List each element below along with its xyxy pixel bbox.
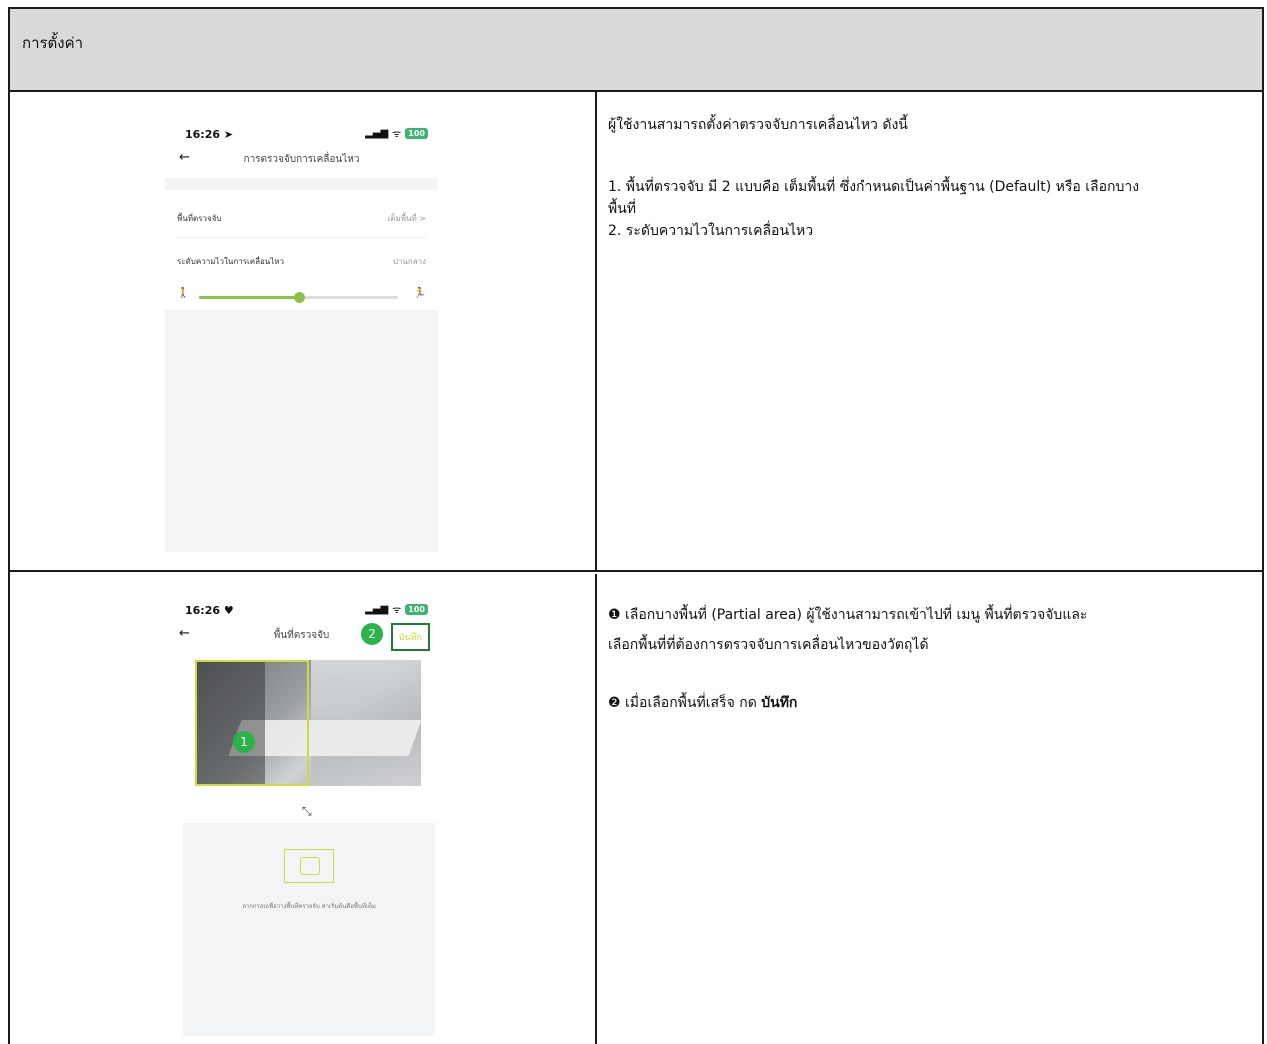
status-icons: ▂▄▆ ᯤ 100 — [365, 602, 428, 616]
description-item-1-cont: พื้นที่ — [608, 201, 637, 217]
phone-screenshot-detection-area: 16:26 ♥ ▂▄▆ ᯤ 100 ← พื้นที่ตรวจจับ 2 บัน… — [165, 586, 438, 1044]
wifi-icon: ᯤ — [392, 129, 402, 140]
step-1-text: เลือกบางพื้นที่ (Partial area) ผู้ใช้งาน… — [625, 607, 1088, 623]
step-2-line: ❷ เมื่อเลือกพื้นที่เสร็จ กด บันทึก — [608, 692, 1087, 714]
column-divider — [595, 92, 597, 570]
sensitivity-label: ระดับความไวในการเคลื่อนไหว — [177, 256, 285, 266]
description-item-1: 1. พื้นที่ตรวจจับ มี 2 แบบคือ เต็มพื้นที… — [608, 179, 1140, 195]
column-divider — [595, 574, 597, 1044]
signal-icon: ▂▄▆ — [365, 603, 389, 615]
signal-icon: ▂▄▆ — [365, 127, 389, 139]
settings-card: พื้นที่ตรวจจับ เต็มพื้นที่ > ระดับความไว… — [165, 190, 438, 310]
status-icons: ▂▄▆ ᯤ 100 — [365, 126, 428, 140]
expand-frame-icon — [284, 849, 334, 883]
wifi-icon: ᯤ — [392, 605, 402, 616]
person-icon: 🚶 — [177, 288, 190, 299]
page-title: การตั้งค่า — [22, 34, 84, 52]
resize-icon[interactable]: ⤡ — [302, 804, 312, 819]
table-header: การตั้งค่า — [10, 9, 1262, 92]
detection-area-setting[interactable]: พื้นที่ตรวจจับ เต็มพื้นที่ > — [177, 200, 426, 238]
save-button[interactable]: บันทึก — [390, 623, 430, 651]
status-time: 16:26 ➤ — [185, 128, 234, 141]
sensitivity-setting: ระดับความไวในการเคลื่อนไหว ปานกลาง — [177, 242, 426, 280]
partial-area-description: ❶ เลือกบางพื้นที่ (Partial area) ผู้ใช้ง… — [608, 604, 1087, 714]
detection-area-label: พื้นที่ตรวจจับ — [177, 214, 222, 223]
battery-icon: 100 — [405, 603, 428, 615]
motion-settings-description: ผู้ใช้งานสามารถตั้งค่าตรวจจับการเคลื่อนไ… — [608, 114, 1139, 242]
phone-screenshot-motion-detection: 16:26 ➤ ▂▄▆ ᯤ 100 ← การตรวจจับการเคลื่อน… — [165, 110, 438, 552]
step-2-bullet: ❷ — [608, 695, 621, 711]
description-item-2: 2. ระดับความไวในการเคลื่อนไหว — [608, 223, 814, 239]
slider-knob[interactable] — [293, 292, 305, 303]
slider-fill — [199, 296, 299, 299]
table-row-partial-area: 16:26 ♥ ▂▄▆ ᯤ 100 ← พื้นที่ตรวจจับ 2 บัน… — [10, 574, 1262, 1044]
running-icon: 🏃 — [413, 288, 426, 299]
settings-table: การตั้งค่า 16:26 ➤ ▂▄▆ ᯤ 100 ← การตรวจจั… — [8, 7, 1264, 1044]
battery-icon: 100 — [405, 127, 428, 139]
step-2-text: เมื่อเลือกพื้นที่เสร็จ กด — [625, 695, 757, 711]
step-1-line-1: ❶ เลือกบางพื้นที่ (Partial area) ผู้ใช้ง… — [608, 604, 1087, 626]
area-hint-text: ลากกรอบเพื่อวางพื้นที่ตรวจจับ ค่าเริ่มต้… — [242, 903, 376, 910]
step-badge-2: 2 — [361, 623, 383, 645]
step-2-save-label: บันทึก — [761, 695, 798, 711]
detection-area-value: เต็มพื้นที่ > — [387, 214, 426, 223]
area-info-panel: ลากกรอบเพื่อวางพื้นที่ตรวจจับ ค่าเริ่มต้… — [183, 823, 435, 1036]
selection-frame[interactable] — [195, 660, 309, 786]
nav-title: การตรวจจับการเคลื่อนไหว — [243, 154, 360, 165]
step-1-bullet: ❶ — [608, 607, 621, 623]
step-badge-1: 1 — [233, 731, 255, 753]
description-intro: ผู้ใช้งานสามารถตั้งค่าตรวจจับการเคลื่อนไ… — [608, 117, 908, 133]
table-row-motion-settings: 16:26 ➤ ▂▄▆ ᯤ 100 ← การตรวจจับการเคลื่อน… — [10, 92, 1262, 572]
status-time: 16:26 ♥ — [185, 604, 234, 617]
slider-track — [199, 292, 398, 303]
sensitivity-slider[interactable]: 🚶 🏃 — [177, 288, 426, 304]
step-1-line-2: เลือกพื้นที่ที่ต้องการตรวจจับการเคลื่อนไ… — [608, 637, 929, 653]
sensitivity-value: ปานกลาง — [392, 256, 426, 266]
